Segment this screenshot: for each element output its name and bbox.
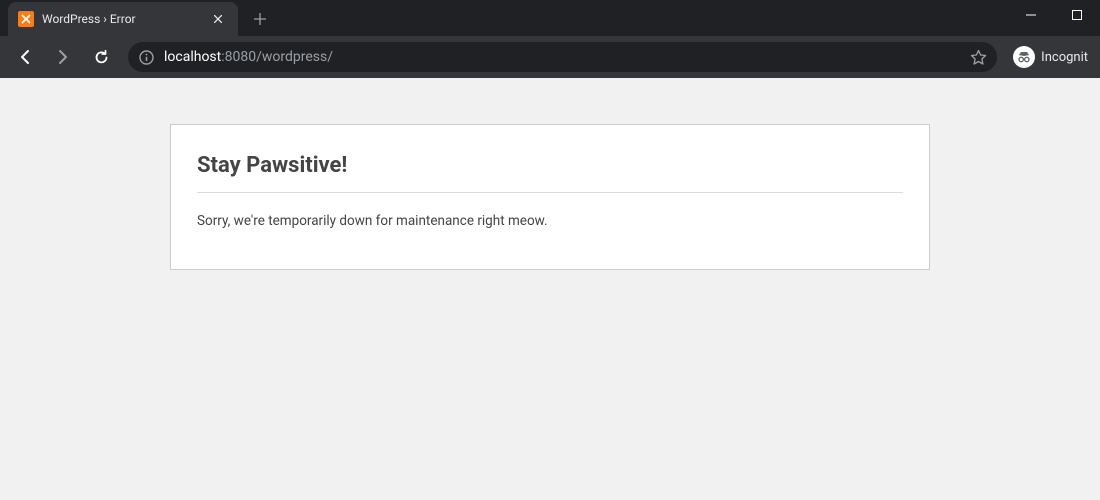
minimize-button[interactable] bbox=[1008, 0, 1054, 30]
forward-button[interactable] bbox=[46, 42, 80, 72]
close-tab-icon[interactable] bbox=[210, 11, 226, 27]
incognito-indicator[interactable]: Incognit bbox=[1007, 46, 1092, 68]
xampp-favicon-icon bbox=[18, 11, 34, 27]
bookmark-star-icon[interactable] bbox=[970, 49, 987, 66]
reload-button[interactable] bbox=[84, 42, 118, 72]
incognito-label: Incognit bbox=[1041, 50, 1088, 65]
maximize-button[interactable] bbox=[1054, 0, 1100, 30]
window-controls bbox=[1008, 0, 1100, 36]
error-heading: Stay Pawsitive! bbox=[197, 153, 903, 193]
site-info-icon[interactable] bbox=[138, 49, 154, 65]
browser-tab[interactable]: WordPress › Error bbox=[8, 2, 238, 36]
address-bar[interactable]: localhost:8080/wordpress/ bbox=[128, 42, 997, 72]
error-card: Stay Pawsitive! Sorry, we're temporarily… bbox=[170, 124, 930, 270]
browser-chrome: WordPress › Error localhost:8080/wordpre… bbox=[0, 0, 1100, 78]
tab-strip: WordPress › Error bbox=[0, 0, 1100, 36]
navigation-bar: localhost:8080/wordpress/ Incognit bbox=[0, 36, 1100, 78]
incognito-icon bbox=[1013, 46, 1035, 68]
new-tab-button[interactable] bbox=[246, 5, 274, 33]
url-text: localhost:8080/wordpress/ bbox=[164, 49, 960, 65]
tab-title: WordPress › Error bbox=[42, 12, 202, 26]
url-path: :8080/wordpress/ bbox=[221, 49, 333, 65]
error-message: Sorry, we're temporarily down for mainte… bbox=[197, 213, 903, 229]
url-host: localhost bbox=[164, 49, 221, 65]
page-content: Stay Pawsitive! Sorry, we're temporarily… bbox=[0, 78, 1100, 500]
back-button[interactable] bbox=[8, 42, 42, 72]
